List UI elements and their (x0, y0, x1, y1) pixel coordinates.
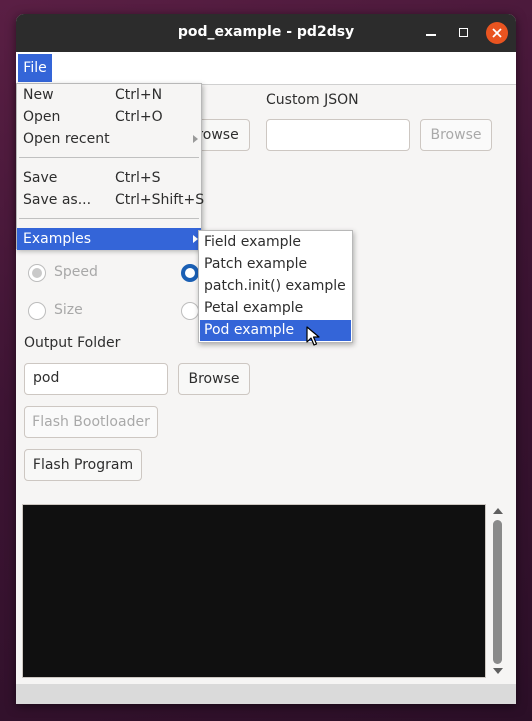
menu-bar: File (16, 52, 516, 85)
file-menu-button[interactable]: File (18, 54, 52, 82)
custom-json-label: Custom JSON (266, 92, 359, 108)
menu-item-open-recent[interactable]: Open recent (17, 128, 201, 150)
menu-separator (19, 157, 199, 158)
option-radio[interactable] (181, 302, 199, 320)
submenu-item-patch-example[interactable]: Patch example (200, 254, 351, 275)
output-folder-browse-button[interactable]: Browse (178, 363, 250, 395)
file-menu: New Ctrl+N Open Ctrl+O Open recent Save … (16, 83, 205, 250)
submenu-item-petal-example[interactable]: Petal example (200, 298, 351, 319)
menu-item-save-as[interactable]: Save as... Ctrl+Shift+S (17, 189, 205, 211)
size-radio[interactable] (28, 302, 46, 320)
flash-program-button[interactable]: Flash Program (24, 449, 142, 481)
submenu-item-pod-example[interactable]: Pod example (200, 320, 351, 341)
submenu-item-patch-init-example[interactable]: patch.init() example (200, 276, 351, 297)
size-label: Size (54, 302, 83, 318)
custom-json-browse-button[interactable]: Browse (420, 119, 492, 151)
speed-label: Speed (54, 264, 98, 280)
scroll-down-icon[interactable] (493, 668, 503, 674)
close-icon[interactable] (486, 22, 508, 44)
menu-item-examples[interactable]: Examples (17, 228, 201, 250)
menu-item-label: Open recent (23, 131, 110, 147)
status-bar (16, 684, 516, 704)
menu-item-new[interactable]: New Ctrl+N (17, 84, 201, 106)
console-scrollbar[interactable] (490, 506, 506, 678)
scroll-thumb[interactable] (493, 520, 502, 664)
menu-item-open[interactable]: Open Ctrl+O (17, 106, 201, 128)
menu-item-label: Save (23, 170, 58, 186)
mouse-pointer-icon (306, 326, 320, 350)
title-bar[interactable]: pod_example - pd2dsy (16, 14, 516, 52)
minimize-icon[interactable] (420, 22, 442, 44)
console-output (22, 504, 486, 678)
flash-bootloader-button[interactable]: Flash Bootloader (24, 406, 158, 438)
custom-json-input[interactable] (266, 119, 410, 151)
menu-item-label: Save as... (23, 192, 92, 208)
menu-item-save[interactable]: Save Ctrl+S (17, 167, 201, 189)
menu-item-shortcut: Ctrl+Shift+S (115, 192, 205, 208)
output-folder-input[interactable]: pod (24, 363, 168, 395)
menu-item-label: Open (23, 109, 61, 125)
menu-item-shortcut: Ctrl+N (115, 87, 163, 103)
speed-radio[interactable] (28, 264, 46, 282)
submenu-item-field-example[interactable]: Field example (200, 232, 351, 253)
examples-submenu: Field example Patch example patch.init()… (198, 230, 353, 343)
menu-item-shortcut: Ctrl+S (115, 170, 161, 186)
output-folder-label: Output Folder (24, 335, 121, 351)
menu-item-label: Examples (23, 231, 92, 247)
menu-item-label: New (23, 87, 54, 103)
menu-separator (19, 218, 199, 219)
maximize-icon[interactable] (453, 22, 475, 44)
scroll-up-icon[interactable] (493, 508, 503, 514)
option-radio-selected[interactable] (181, 264, 199, 282)
menu-item-shortcut: Ctrl+O (115, 109, 163, 125)
submenu-arrow-icon (193, 135, 198, 143)
